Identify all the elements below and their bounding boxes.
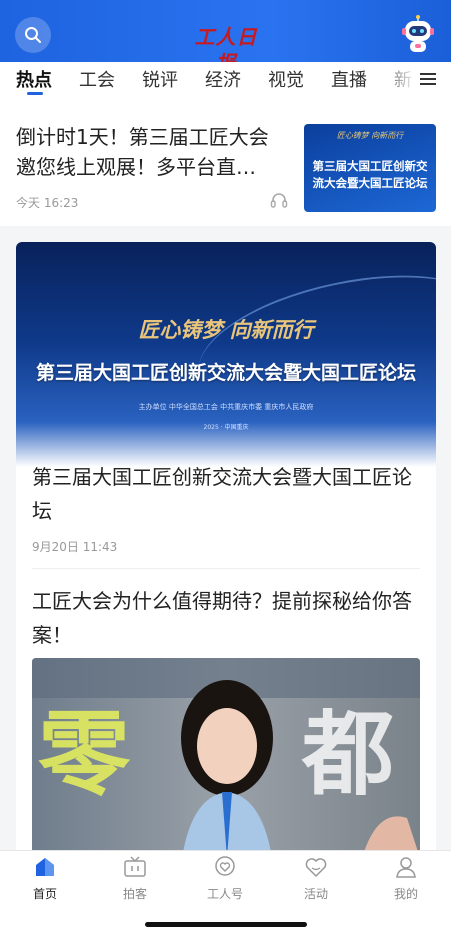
nav-home[interactable]: 首页	[10, 855, 80, 902]
chat-heart-icon	[215, 856, 235, 876]
nav-paike-label: 拍客	[122, 887, 147, 901]
robot-assistant-icon[interactable]	[401, 14, 435, 54]
headphone-icon[interactable]	[270, 192, 288, 208]
menu-icon[interactable]	[419, 70, 437, 88]
featured-card[interactable]: 匠心铸梦 向新而行 第三届大国工匠创新交流大会暨大国工匠论坛 主办单位 中华全国…	[16, 242, 436, 862]
nav-activity[interactable]: 活动	[281, 855, 351, 902]
nav-mine[interactable]: 我的	[371, 855, 441, 902]
nav-paike[interactable]: 拍客	[100, 855, 170, 902]
channel-tabs: 热点 工会 锐评 经济 视觉 直播 新	[0, 62, 451, 102]
banner-date: 2025 · 中国重庆	[203, 424, 249, 431]
tabs-fade	[377, 62, 417, 102]
search-icon	[25, 27, 41, 43]
nav-worker-account-label: 工人号	[206, 887, 243, 901]
thumbnail-title: 第三届大国工匠创新交流大会暨大国工匠论坛	[312, 159, 428, 190]
active-tab-indicator	[27, 92, 43, 95]
user-icon	[396, 857, 416, 878]
tab-commentary[interactable]: 锐评	[142, 66, 178, 92]
news-title[interactable]: 第三届大国工匠创新交流大会暨大国工匠论坛	[32, 460, 416, 528]
thumbnail-slogan: 匠心铸梦 向新而行	[336, 131, 404, 140]
tab-economy[interactable]: 经济	[205, 66, 241, 92]
nav-worker-account[interactable]: 工人号	[190, 855, 260, 902]
tab-visual[interactable]: 视觉	[268, 66, 304, 92]
news-time: 今天 16:23	[16, 196, 79, 210]
search-button[interactable]	[15, 17, 51, 53]
tab-union[interactable]: 工会	[79, 66, 115, 92]
news-title[interactable]: 工匠大会为什么值得期待？提前探秘给你答案！	[32, 584, 416, 652]
tab-live[interactable]: 直播	[331, 66, 367, 92]
top-header: 工人日报	[0, 0, 451, 75]
news-thumbnail[interactable]: 匠心铸梦 向新而行 第三届大国工匠创新交流大会暨大国工匠论坛	[304, 124, 436, 212]
banner-slogan: 匠心铸梦 向新而行	[138, 317, 314, 342]
news-photo[interactable]: 零 都	[32, 658, 420, 858]
divider	[32, 568, 420, 569]
app-logo: 工人日报	[194, 25, 258, 75]
nav-home-label: 首页	[32, 887, 57, 901]
heart-icon	[305, 858, 327, 878]
photo-caption-right: 都	[302, 701, 395, 808]
banner-organizers: 主办单位 中华全国总工会 中共重庆市委 重庆市人民政府	[138, 403, 314, 411]
tv-icon	[124, 856, 146, 877]
news-title[interactable]: 倒计时1天！第三届工匠大会邀您线上观展！多平台直…	[16, 122, 288, 182]
nav-mine-label: 我的	[393, 887, 418, 901]
banner-title: 第三届大国工匠创新交流大会暨大国工匠论坛	[35, 362, 416, 384]
news-time: 9月20日 11:43	[32, 540, 118, 554]
tab-hot[interactable]: 热点	[16, 66, 52, 92]
nav-activity-label: 活动	[303, 887, 328, 901]
home-indicator	[145, 922, 307, 927]
photo-caption-left: 零	[38, 701, 131, 808]
news-item[interactable]: 倒计时1天！第三届工匠大会邀您线上观展！多平台直… 今天 16:23 匠心铸梦 …	[0, 102, 451, 226]
home-icon	[36, 858, 54, 876]
featured-banner[interactable]: 匠心铸梦 向新而行 第三届大国工匠创新交流大会暨大国工匠论坛 主办单位 中华全国…	[16, 242, 436, 467]
